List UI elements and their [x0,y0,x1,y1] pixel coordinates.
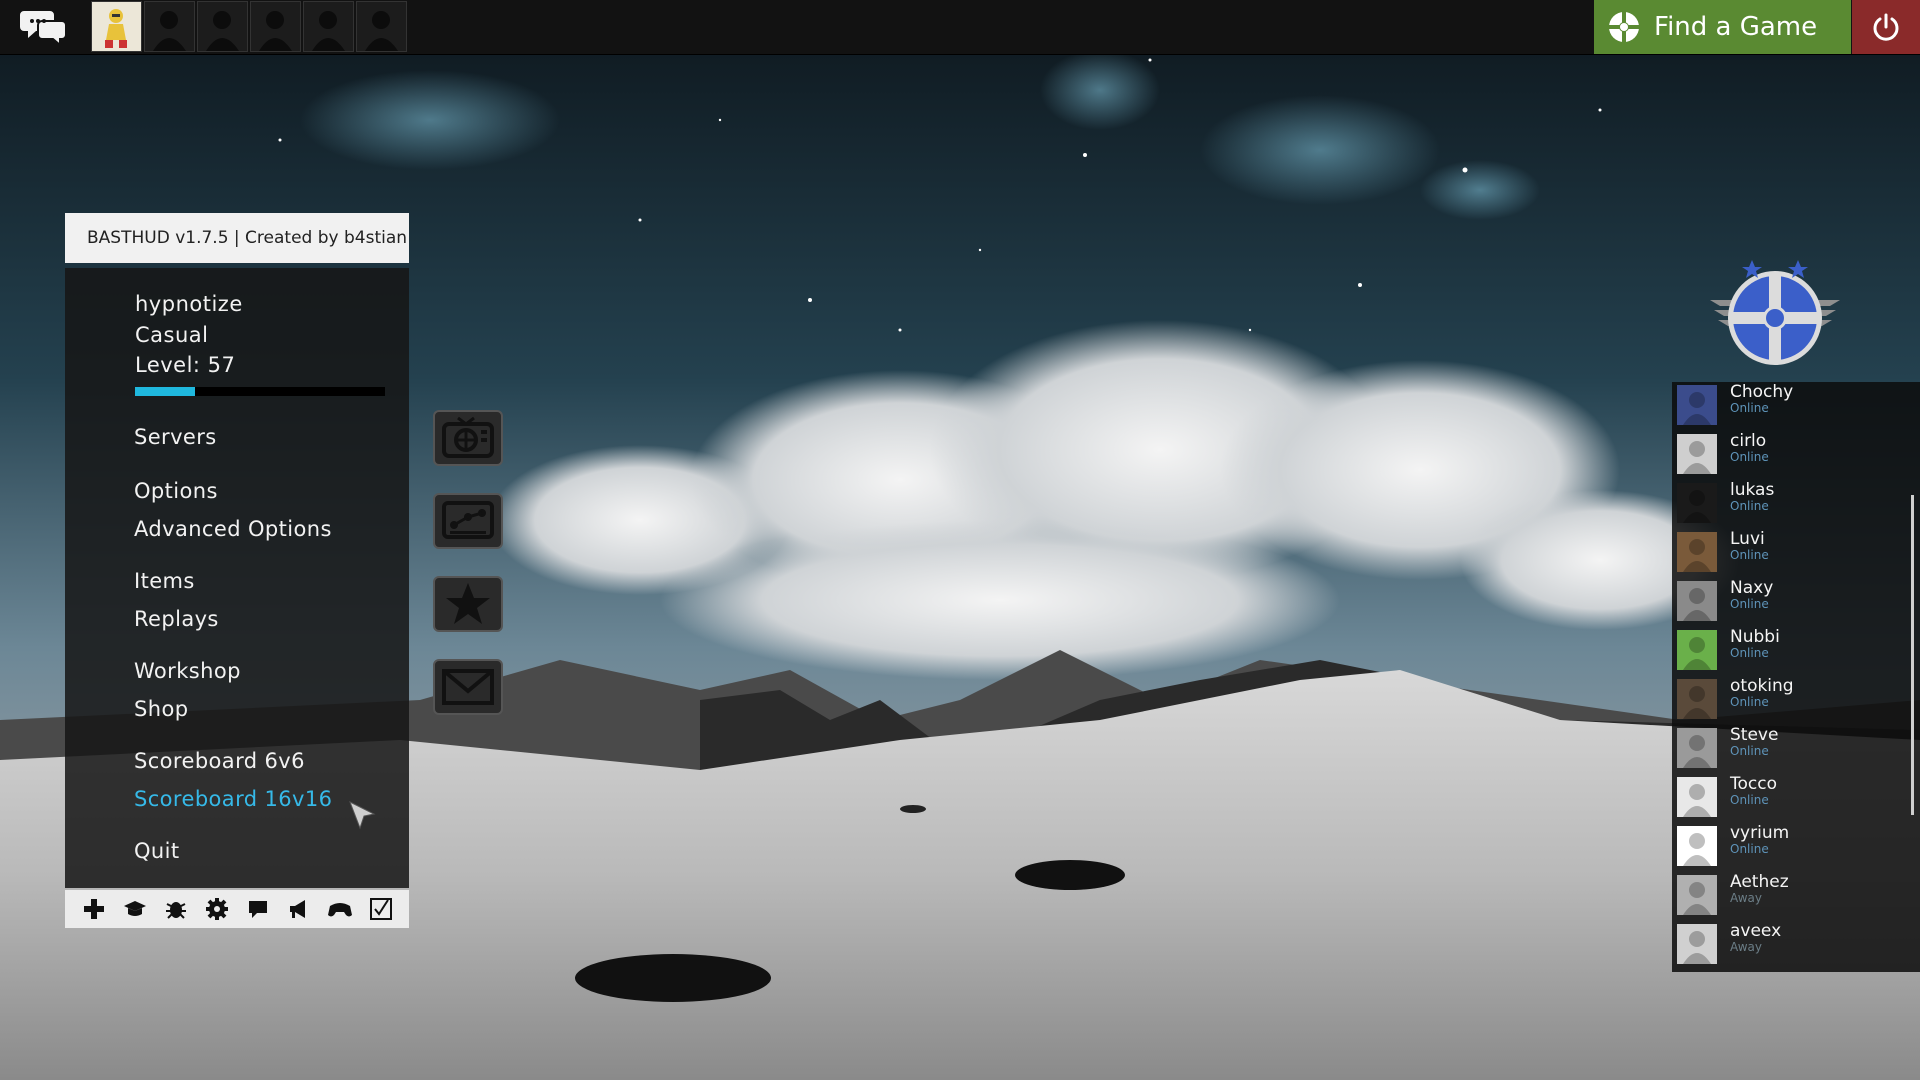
controller-icon[interactable] [327,896,353,922]
level-progress-bar [135,387,385,396]
find-a-game-button[interactable]: Find a Game [1594,0,1851,54]
menu-item-options[interactable]: Options [134,479,218,503]
tv-icon[interactable] [433,410,503,466]
level-progress-fill [135,387,195,396]
party-slot-self-avatar[interactable] [91,1,142,52]
menu-item-workshop[interactable]: Workshop [134,659,241,683]
friend-row[interactable]: Luvi Online [1677,529,1907,573]
menu-item-servers[interactable]: Servers [134,425,217,449]
friend-status: Online [1730,646,1769,660]
friend-status: Online [1730,450,1769,464]
friend-status: Online [1730,695,1769,709]
friend-avatar [1677,385,1717,425]
friend-row[interactable]: Nubbi Online [1677,627,1907,671]
menu-item-scoreboard-16v16[interactable]: Scoreboard 16v16 [134,787,332,811]
workshop-icon[interactable] [433,493,503,549]
menu-item-items[interactable]: Items [134,569,195,593]
friend-name: Luvi [1730,529,1765,549]
friend-status: Online [1730,499,1769,513]
menu-item-replays[interactable]: Replays [134,607,219,631]
gear-icon[interactable] [204,896,230,922]
friend-row[interactable]: Aethez Away [1677,872,1907,916]
menu-item-shop[interactable]: Shop [134,697,188,721]
party-slot-empty[interactable] [250,1,301,52]
friend-avatar [1677,483,1717,523]
friend-row[interactable]: vyrium Online [1677,823,1907,867]
find-a-game-label: Find a Game [1654,12,1818,42]
megaphone-icon[interactable] [286,896,312,922]
friend-avatar [1677,728,1717,768]
friend-name: Tocco [1730,774,1777,794]
party-slots [91,1,407,53]
menu-item-scoreboard-6v6[interactable]: Scoreboard 6v6 [134,749,305,773]
top-bar: Find a Game [0,0,1920,55]
graduation-cap-icon[interactable] [122,896,148,922]
bug-icon[interactable] [163,896,189,922]
friends-scrollbar[interactable] [1911,495,1914,815]
friend-name: lukas [1730,480,1775,500]
friend-name: cirlo [1730,431,1767,451]
friend-row[interactable]: aveex Away [1677,921,1907,965]
friend-avatar [1677,581,1717,621]
friend-row[interactable]: Steve Online [1677,725,1907,769]
party-slot-empty[interactable] [144,1,195,52]
friend-name: Naxy [1730,578,1774,598]
friend-name: Steve [1730,725,1779,745]
friend-name: Chochy [1730,382,1794,402]
party-slot-empty[interactable] [356,1,407,52]
party-slot-empty[interactable] [197,1,248,52]
party-slot-empty[interactable] [303,1,354,52]
friend-avatar [1677,630,1717,670]
menu-item-advanced-options[interactable]: Advanced Options [134,517,332,541]
friend-status: Online [1730,548,1769,562]
friend-avatar [1677,532,1717,572]
menu-item-quit[interactable]: Quit [134,839,180,863]
friend-avatar [1677,875,1717,915]
speech-icon[interactable] [245,896,271,922]
power-icon[interactable] [1852,0,1920,54]
star-icon[interactable] [433,576,503,632]
player-mode: Casual [135,323,209,347]
friend-name: otoking [1730,676,1794,696]
friend-name: Aethez [1730,872,1789,892]
friend-avatar [1677,826,1717,866]
checkbox-icon[interactable] [368,896,394,922]
mail-icon[interactable] [433,659,503,715]
friend-status: Online [1730,842,1769,856]
friend-row[interactable]: Naxy Online [1677,578,1907,622]
friend-name: vyrium [1730,823,1790,843]
friend-avatar [1677,777,1717,817]
hud-version-label: BASTHUD v1.7.5 | Created by b4stian [65,213,409,263]
chat-icon[interactable] [20,7,68,48]
tf2-logo-icon [1609,12,1639,42]
friend-name: aveex [1730,921,1782,941]
friend-status: Online [1730,401,1769,415]
plus-icon[interactable] [81,896,107,922]
player-name: hypnotize [135,292,243,316]
friend-status: Online [1730,597,1769,611]
mouse-cursor-icon [349,800,376,830]
friend-status: Away [1730,891,1762,905]
player-level: Level: 57 [135,353,236,377]
friend-row[interactable]: Tocco Online [1677,774,1907,818]
friend-row[interactable]: cirlo Online [1677,431,1907,475]
friend-row[interactable]: Chochy Online [1677,382,1907,426]
friend-name: Nubbi [1730,627,1780,647]
menu-toolbar [65,890,409,928]
friend-avatar [1677,679,1717,719]
friend-status: Away [1730,940,1762,954]
friend-row[interactable]: lukas Online [1677,480,1907,524]
main-menu: hypnotize Casual Level: 57 Servers Optio… [65,268,409,888]
friends-list: Chochy Online cirlo Online lukas Online Luvi On… [1672,382,1920,972]
friend-status: Online [1730,744,1769,758]
friend-avatar [1677,434,1717,474]
friend-row[interactable]: otoking Online [1677,676,1907,720]
friend-avatar [1677,924,1717,964]
tf2-emblem-icon [1710,260,1840,365]
friend-status: Online [1730,793,1769,807]
